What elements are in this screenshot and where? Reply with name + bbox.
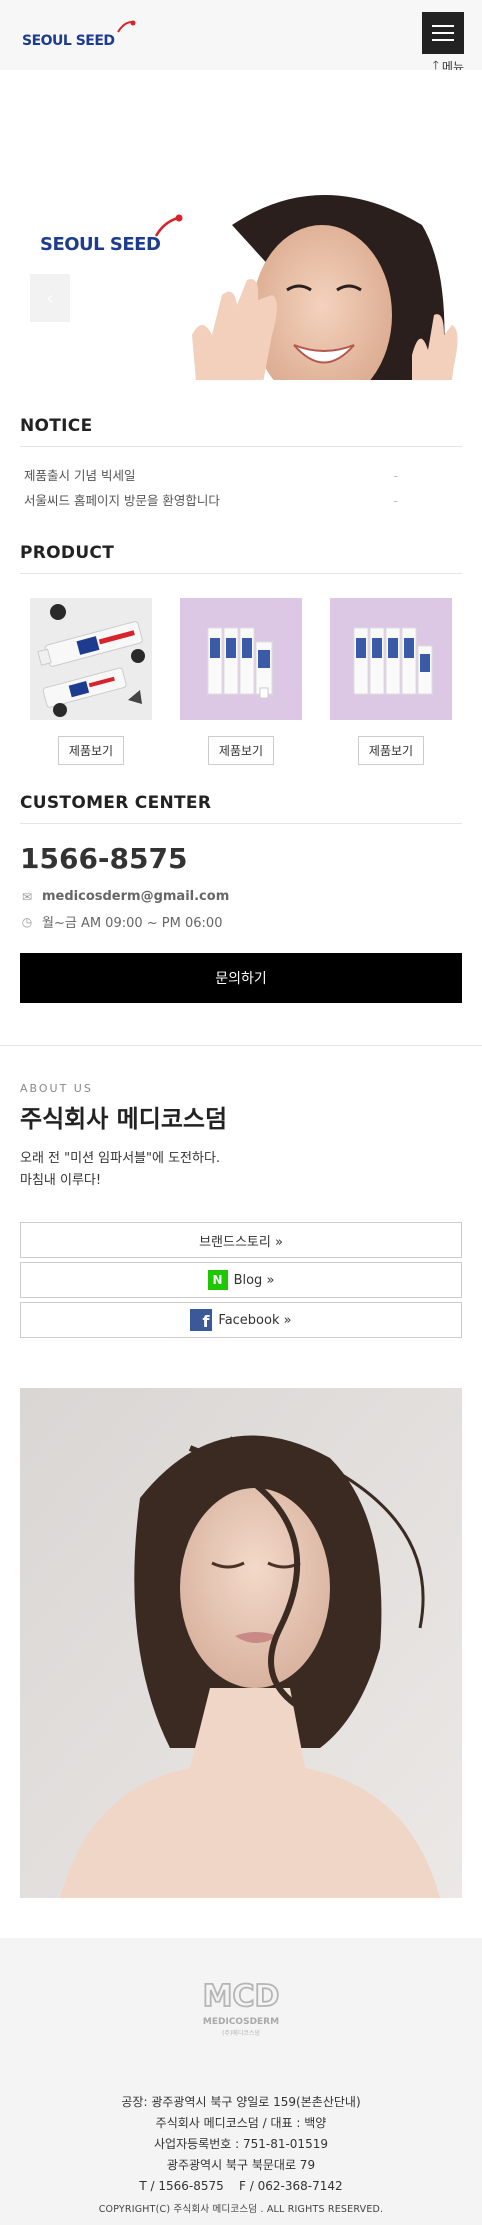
email-line: ✉ medicosderm@gmail.com <box>20 889 462 904</box>
product-card: 제품보기 <box>180 598 302 765</box>
hours-line: ◷ 월~금 AM 09:00 ~ PM 06:00 <box>20 912 462 932</box>
facebook-icon: f <box>190 1309 213 1331</box>
phone-number[interactable]: 1566-8575 <box>20 842 462 875</box>
about-section: ABOUT US 주식회사 메디코스덤 오래 전 "미션 임파서블"에 도전하다… <box>0 1082 482 1338</box>
brand-story-button[interactable]: 브랜드스토리 » <box>20 1222 462 1258</box>
product-image-toothpaste[interactable] <box>30 598 152 720</box>
svg-text:SEOUL SEED: SEOUL SEED <box>22 33 115 49</box>
product-card: 제품보기 <box>330 598 452 765</box>
hamburger-menu-button[interactable] <box>422 12 464 54</box>
customer-center-title: CUSTOMER CENTER <box>20 793 462 824</box>
feature-model-photo <box>20 1388 462 1898</box>
hero-slider: SEOUL SEED ‹ <box>0 70 482 380</box>
site-footer: MCD MEDICOSDERM (주)메디코스덤 공장: 광주광역시 북구 양일… <box>0 1938 482 2225</box>
chevron-left-icon: ‹ <box>46 287 54 309</box>
notice-title: NOTICE <box>20 416 462 447</box>
inquiry-button[interactable]: 문의하기 <box>20 953 462 1003</box>
about-description: 오래 전 "미션 임파서블"에 도전하다. 마침내 이루다! <box>20 1151 221 1188</box>
svg-text:MEDICOSDERM: MEDICOSDERM <box>203 2017 279 2027</box>
customer-center-section: CUSTOMER CENTER 1566-8575 ✉ medicosderm@… <box>0 793 482 1003</box>
svg-text:MCD: MCD <box>203 1979 280 2014</box>
seoul-seed-logo[interactable]: SEOUL SEED <box>22 18 142 52</box>
slider-prev-button[interactable]: ‹ <box>30 274 70 322</box>
product-grid: 제품보기 제품보기 제품보기 <box>20 598 462 765</box>
view-product-button[interactable]: 제품보기 <box>57 736 125 765</box>
about-title: 주식회사 메디코스덤 <box>20 1105 228 1133</box>
footer-business-number: 사업자등록번호 : 751-81-01519 <box>154 2137 328 2151</box>
copyright: COPYRIGHT(C) 주식회사 메디코스덤 . ALL RIGHTS RES… <box>98 2204 384 2215</box>
footer-company: 주식회사 메디코스덤 / 대표 : 백양 <box>155 2116 327 2130</box>
product-title: PRODUCT <box>20 543 462 574</box>
footer-info: 공장: 광주광역시 북구 양일로 159(본촌산단내) 주식회사 메디코스덤 /… <box>20 2092 462 2197</box>
hero-brand-logo: SEOUL SEED <box>40 214 183 255</box>
email-address[interactable]: medicosderm@gmail.com <box>42 889 229 904</box>
footer-address: 광주광역시 북구 북문대로 79 <box>166 2158 316 2172</box>
menu-bar-icon <box>432 32 454 34</box>
about-subtitle: ABOUT US <box>20 1082 93 1095</box>
svg-text:SEOUL SEED: SEOUL SEED <box>40 234 160 255</box>
notice-item[interactable]: 제품출시 기념 빅세일 - <box>20 463 462 488</box>
naver-blog-icon: N <box>207 1270 228 1290</box>
product-image-tubes-purple[interactable] <box>180 598 302 720</box>
product-section: PRODUCT 제품보기 제품보기 제품보기 <box>0 543 482 765</box>
clock-icon: ◷ <box>21 914 33 929</box>
business-hours: 월~금 AM 09:00 ~ PM 06:00 <box>42 916 223 931</box>
envelope-icon: ✉ <box>21 889 33 904</box>
menu-bar-icon <box>432 39 454 41</box>
footer-contact: T / 1566-8575 F / 062-368-7142 <box>139 2179 343 2193</box>
notice-item[interactable]: 서울씨드 홈페이지 방문을 환영합니다 - <box>20 488 462 513</box>
blog-button[interactable]: N Blog » <box>20 1262 462 1298</box>
product-card: 제품보기 <box>30 598 152 765</box>
section-divider <box>0 1045 482 1046</box>
product-image-tubes-purple-2[interactable] <box>330 598 452 720</box>
notice-section: NOTICE 제품출시 기념 빅세일 - 서울씨드 홈페이지 방문을 환영합니다… <box>0 416 482 513</box>
footer-factory-address: 공장: 광주광역시 북구 양일로 159(본촌산단내) <box>121 2095 361 2109</box>
notice-list: 제품출시 기념 빅세일 - 서울씨드 홈페이지 방문을 환영합니다 - <box>20 463 462 513</box>
menu-bar-icon <box>432 25 454 27</box>
view-product-button[interactable]: 제품보기 <box>207 736 275 765</box>
svg-text:(주)메디코스덤: (주)메디코스덤 <box>222 2029 260 2037</box>
facebook-button[interactable]: f Facebook » <box>20 1302 462 1338</box>
medicosderm-logo: MCD MEDICOSDERM (주)메디코스덤 <box>202 1978 281 2037</box>
view-product-button[interactable]: 제품보기 <box>357 736 425 765</box>
site-header: SEOUL SEED 🡑 메뉴 <box>0 0 482 74</box>
